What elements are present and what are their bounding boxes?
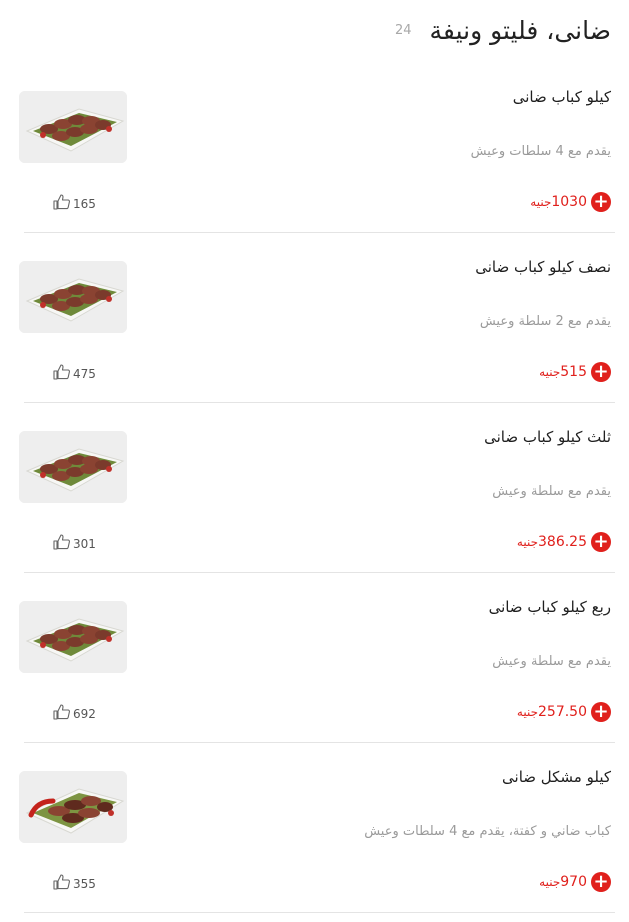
like-count: 165	[73, 197, 96, 211]
menu-item[interactable]: كيلو مشكل ضانى كباب ضاني و كفتة، يقدم مع…	[0, 752, 629, 922]
item-description: يقدم مع سلطة وعيش	[492, 654, 611, 669]
item-description: كباب ضاني و كفتة، يقدم مع 4 سلطات وعيش	[364, 824, 611, 839]
like-button[interactable]: 355	[53, 874, 96, 894]
dish-photo[interactable]	[19, 771, 127, 843]
item-name: نصف كيلو كباب ضانى	[475, 258, 611, 276]
item-name: كيلو مشكل ضانى	[502, 768, 611, 786]
section-item-count: 24	[394, 22, 412, 38]
thumbs-up-icon	[53, 194, 71, 214]
like-button[interactable]: 301	[53, 534, 96, 554]
item-divider	[24, 232, 615, 233]
add-to-cart-button[interactable]: +	[591, 192, 611, 212]
thumbs-up-icon	[53, 704, 71, 724]
menu-item-list: كيلو كباب ضانى يقدم مع 4 سلطات وعيش + 10…	[0, 72, 629, 922]
price-row: + 970جنيه	[539, 870, 611, 894]
thumbs-up-icon	[53, 534, 71, 554]
item-description: يقدم مع 2 سلطة وعيش	[479, 314, 611, 329]
like-button[interactable]: 475	[53, 364, 96, 384]
item-description: يقدم مع سلطة وعيش	[492, 484, 611, 499]
dish-photo[interactable]	[19, 261, 127, 333]
like-count: 475	[73, 367, 96, 381]
dish-photo[interactable]	[19, 601, 127, 673]
item-divider	[24, 572, 615, 573]
add-to-cart-button[interactable]: +	[591, 702, 611, 722]
like-count: 301	[73, 537, 96, 551]
like-count: 355	[73, 877, 96, 891]
section-title: ضانى، فليتو ونيفة	[429, 15, 611, 45]
item-name: ثلث كيلو كباب ضانى	[484, 428, 611, 446]
menu-item[interactable]: كيلو كباب ضانى يقدم مع 4 سلطات وعيش + 10…	[0, 72, 629, 242]
price-row: + 386.25جنيه	[517, 530, 611, 554]
item-price: 1030جنيه	[530, 194, 587, 210]
item-price: 386.25جنيه	[516, 534, 587, 550]
price-row: + 1030جنيه	[530, 190, 611, 214]
menu-item[interactable]: نصف كيلو كباب ضانى يقدم مع 2 سلطة وعيش +…	[0, 242, 629, 412]
thumbs-up-icon	[53, 364, 71, 384]
item-description: يقدم مع 4 سلطات وعيش	[470, 144, 611, 159]
price-row: + 257.50جنيه	[517, 700, 611, 724]
item-name: ربع كيلو كباب ضانى	[488, 598, 611, 616]
item-divider	[24, 742, 615, 743]
menu-item[interactable]: ثلث كيلو كباب ضانى يقدم مع سلطة وعيش + 3…	[0, 412, 629, 582]
menu-item[interactable]: ربع كيلو كباب ضانى يقدم مع سلطة وعيش + 2…	[0, 582, 629, 752]
like-button[interactable]: 692	[53, 704, 96, 724]
item-name: كيلو كباب ضانى	[512, 88, 611, 106]
section-header: ضانى، فليتو ونيفة 24	[20, 10, 611, 50]
add-to-cart-button[interactable]: +	[591, 362, 611, 382]
like-button[interactable]: 165	[53, 194, 96, 214]
dish-photo[interactable]	[19, 91, 127, 163]
add-to-cart-button[interactable]: +	[591, 872, 611, 892]
item-price: 970جنيه	[539, 874, 587, 890]
item-price: 515جنيه	[539, 364, 587, 380]
thumbs-up-icon	[53, 874, 71, 894]
like-count: 692	[73, 707, 96, 721]
add-to-cart-button[interactable]: +	[591, 532, 611, 552]
dish-photo[interactable]	[19, 431, 127, 503]
item-divider	[24, 402, 615, 403]
price-row: + 515جنيه	[539, 360, 611, 384]
item-price: 257.50جنيه	[516, 704, 587, 720]
